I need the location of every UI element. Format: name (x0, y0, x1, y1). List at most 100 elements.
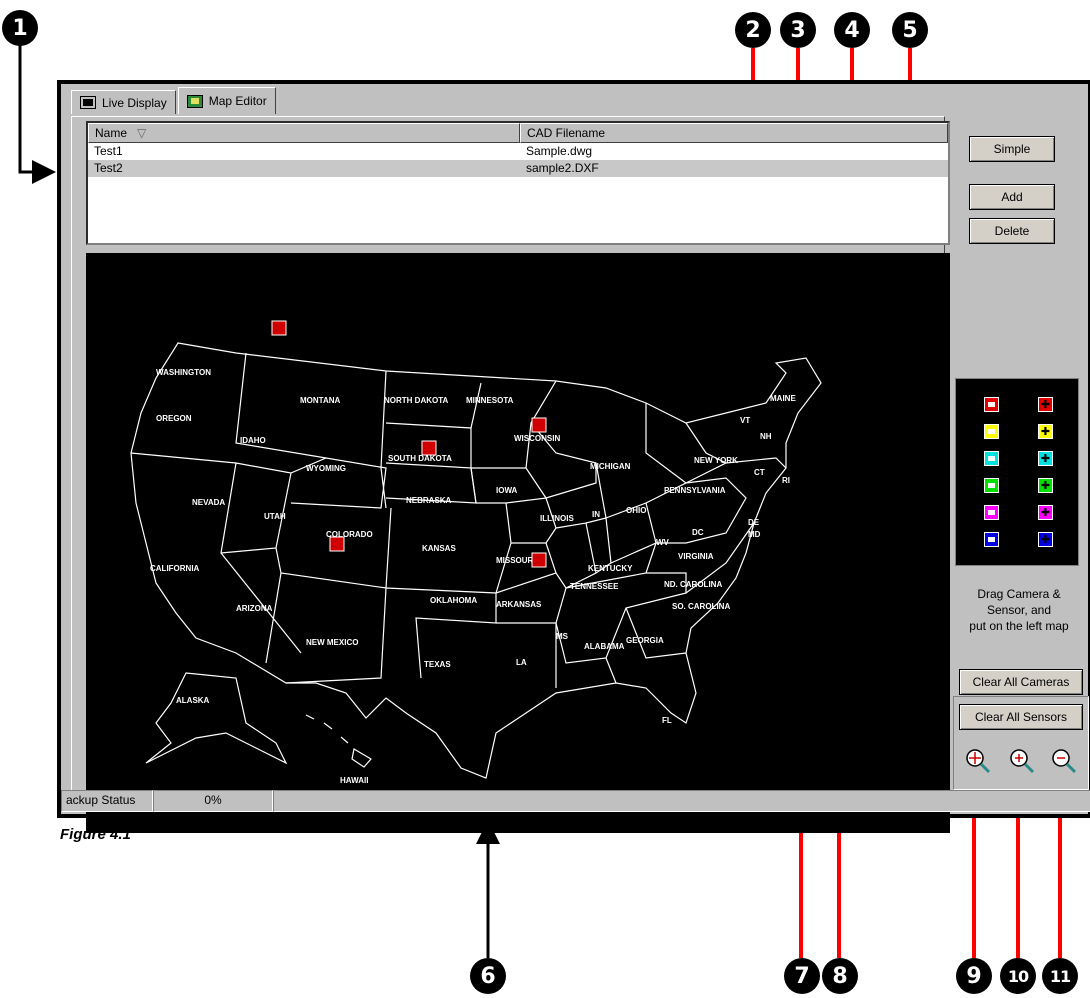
camera-palette-icon[interactable] (984, 424, 999, 439)
state-label: ARKANSAS (496, 600, 542, 609)
camera-icon (531, 552, 547, 568)
map-list-row[interactable]: Test1 Sample.dwg (88, 143, 948, 160)
sensor-palette-icon[interactable]: ✚ (1038, 505, 1053, 520)
state-label: NEVADA (192, 498, 225, 507)
camera-palette-icon[interactable] (984, 478, 999, 493)
camera-icon (421, 440, 437, 456)
camera-palette-icon[interactable] (984, 451, 999, 466)
backup-status-label: ackup Status (61, 790, 153, 812)
state-label: KANSAS (422, 544, 456, 553)
state-label: FL (662, 716, 672, 725)
sensor-palette-icon[interactable]: ✚ (1038, 532, 1053, 547)
tab-live-display-label: Live Display (102, 95, 167, 110)
state-label: CT (754, 468, 765, 477)
sensor-palette-icon[interactable]: ✚ (1038, 397, 1053, 412)
zoom-in-icon[interactable] (1008, 747, 1036, 775)
state-label: MAINE (770, 394, 796, 403)
camera-palette-icon[interactable] (984, 397, 999, 412)
row-cad-file: sample2.DXF (526, 161, 599, 175)
zoom-controls (953, 696, 1089, 790)
state-label: DE (748, 518, 760, 527)
zoom-out-icon[interactable] (1050, 747, 1078, 775)
sensor-palette-icon[interactable]: ✚ (1038, 424, 1053, 439)
state-label: WV (656, 538, 670, 547)
tab-map-editor[interactable]: Map Editor (177, 87, 276, 114)
state-label: IDAHO (240, 436, 266, 445)
state-labels: WASHINGTON OREGON CALIFORNIA NEVADA IDAHO MON… (150, 368, 796, 785)
row-cad-file: Sample.dwg (526, 144, 593, 158)
state-label: CALIFORNIA (150, 564, 200, 573)
monitor-icon (80, 96, 96, 109)
state-label: SO. CAROLINA (672, 602, 730, 611)
app-window: Live Display Map Editor Name ▽ CAD Filen… (57, 80, 1090, 833)
status-bar: ackup Status 0% (61, 790, 1090, 812)
state-label: IN (592, 510, 600, 519)
camera-palette-icon[interactable] (984, 532, 999, 547)
sensor-palette-icon[interactable]: ✚ (1038, 451, 1053, 466)
state-label: NH (760, 432, 772, 441)
state-label: NEW YORK (694, 456, 738, 465)
state-label: GEORGIA (626, 636, 664, 645)
state-label: MICHIGAN (590, 462, 631, 471)
state-label: MS (556, 632, 569, 641)
state-label: ILLINOIS (540, 514, 574, 523)
sort-arrow-icon: ▽ (137, 126, 147, 140)
state-label: MD (748, 530, 761, 539)
us-map: WASHINGTON OREGON CALIFORNIA NEVADA IDAHO MON… (130, 320, 822, 785)
hawaii-shape (305, 714, 372, 768)
state-label: TEXAS (424, 660, 451, 669)
figure-caption: Figure 4.1 (60, 826, 131, 843)
state-label: NEW MEXICO (306, 638, 358, 647)
state-label: TENNESSEE (570, 582, 619, 591)
state-label: ALASKA (176, 696, 210, 705)
tab-live-display[interactable]: Live Display (71, 90, 176, 114)
alaska-shape (145, 672, 288, 765)
map-icon (186, 94, 203, 108)
tab-map-editor-label: Map Editor (208, 94, 267, 108)
state-label: WASHINGTON (156, 368, 211, 377)
clear-all-cameras-button[interactable]: Clear All Cameras (959, 669, 1083, 695)
sensor-palette-icon[interactable]: ✚ (1038, 478, 1053, 493)
map-list-row-selected[interactable]: Test2 sample2.DXF (88, 160, 948, 177)
column-header-cad-filename[interactable]: CAD Filename (520, 123, 948, 143)
state-label: UTAH (264, 512, 286, 521)
state-label: NORTH DAKOTA (384, 396, 449, 405)
delete-button[interactable]: Delete (969, 218, 1055, 244)
camera-palette-icon[interactable] (984, 505, 999, 520)
camera-icon (329, 536, 345, 552)
drag-hint: Drag Camera & Sensor, and put on the lef… (969, 587, 1069, 633)
state-label: VT (740, 416, 750, 425)
state-label: NEBRASKA (406, 496, 452, 505)
state-label: LA (516, 658, 527, 667)
zoom-fit-icon[interactable] (964, 747, 992, 775)
state-label: ALABAMA (584, 642, 625, 651)
state-label: MINNESOTA (466, 396, 514, 405)
add-button[interactable]: Add (969, 184, 1055, 210)
state-label: WISCONSIN (514, 434, 560, 443)
state-label: VIRGINIA (678, 552, 714, 561)
map-list-header: Name ▽ CAD Filename (88, 123, 948, 143)
backup-status-value: 0% (153, 790, 273, 812)
state-label: OREGON (156, 414, 192, 423)
map-canvas[interactable]: WASHINGTON OREGON CALIFORNIA NEVADA IDAHO MON… (86, 253, 950, 833)
column-header-name[interactable]: Name ▽ (88, 123, 520, 143)
state-label: KENTUCKY (588, 564, 633, 573)
state-label: PENNSYLVANIA (664, 486, 726, 495)
state-label: MISSOURI (496, 556, 536, 565)
state-label: MONTANA (300, 396, 341, 405)
state-label: OKLAHOMA (430, 596, 477, 605)
state-label: ND. CAROLINA (664, 580, 722, 589)
state-label: ARIZONA (236, 604, 273, 613)
simple-button[interactable]: Simple (969, 136, 1055, 162)
camera-icon (271, 320, 287, 336)
tab-bar: Live Display Map Editor (71, 87, 278, 116)
map-list[interactable]: Name ▽ CAD Filename Test1 Sample.dwg Tes… (86, 121, 950, 245)
row-name: Test2 (94, 161, 123, 175)
row-name: Test1 (94, 144, 123, 158)
device-palette: ✚ ✚ ✚ ✚ ✚ ✚ (955, 378, 1079, 566)
state-label: IOWA (496, 486, 518, 495)
map-editor-panel: Name ▽ CAD Filename Test1 Sample.dwg Tes… (71, 116, 950, 833)
state-label: RI (782, 476, 790, 485)
map-camera-icons (271, 320, 547, 568)
camera-icon (531, 417, 547, 433)
